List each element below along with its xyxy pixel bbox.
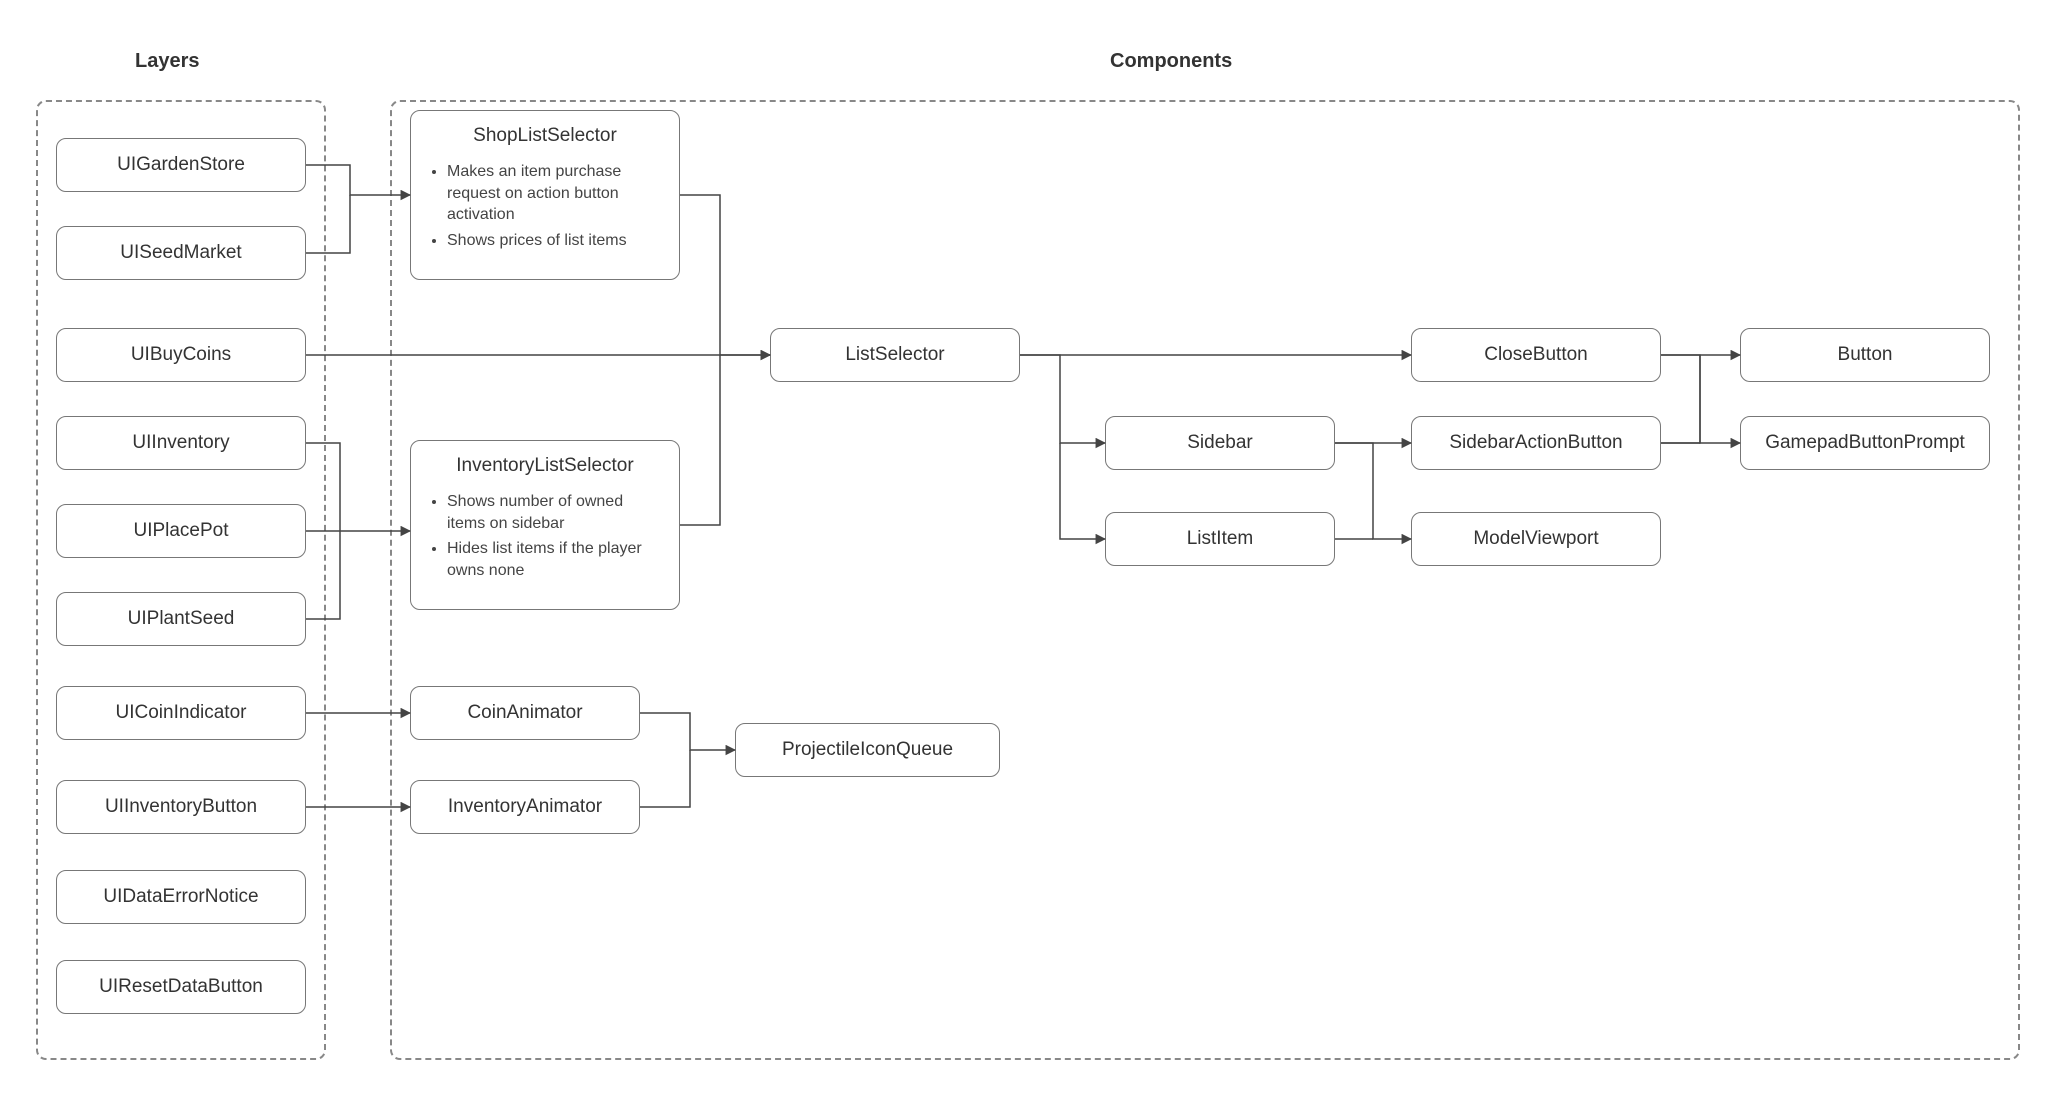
- node-shoplistselector-bullets: Makes an item purchase request on action…: [429, 161, 661, 255]
- node-inventorylistselector-bullets: Shows number of owned items on sidebar H…: [429, 491, 661, 585]
- node-sidebar: Sidebar: [1105, 416, 1335, 470]
- node-uiresetdatabutton: UIResetDataButton: [56, 960, 306, 1014]
- node-listitem: ListItem: [1105, 512, 1335, 566]
- node-uigardenstore: UIGardenStore: [56, 138, 306, 192]
- node-modelviewport: ModelViewport: [1411, 512, 1661, 566]
- node-gamepadbuttonprompt: GamepadButtonPrompt: [1740, 416, 1990, 470]
- node-uiseedmarket: UISeedMarket: [56, 226, 306, 280]
- node-closebutton: CloseButton: [1411, 328, 1661, 382]
- bullet-item: Shows prices of list items: [447, 230, 661, 252]
- node-uicoinindicator: UICoinIndicator: [56, 686, 306, 740]
- node-shoplistselector-title: ShopListSelector: [429, 125, 661, 147]
- node-uiinventory: UIInventory: [56, 416, 306, 470]
- node-shoplistselector: ShopListSelector Makes an item purchase …: [410, 110, 680, 280]
- bullet-item: Hides list items if the player owns none: [447, 538, 661, 581]
- node-inventorylistselector: InventoryListSelector Shows number of ow…: [410, 440, 680, 610]
- node-uibuycoins: UIBuyCoins: [56, 328, 306, 382]
- node-uiplantseed: UIPlantSeed: [56, 592, 306, 646]
- diagram-canvas: { "groups": { "layers": { "label": "Laye…: [0, 0, 2064, 1108]
- components-group-title: Components: [1110, 50, 1232, 73]
- node-sidebaractionbutton: SidebarActionButton: [1411, 416, 1661, 470]
- bullet-item: Shows number of owned items on sidebar: [447, 491, 661, 534]
- layers-group-title: Layers: [135, 50, 200, 73]
- node-inventorylistselector-title: InventoryListSelector: [429, 455, 661, 477]
- bullet-item: Makes an item purchase request on action…: [447, 161, 661, 226]
- node-uidataerrornotice: UIDataErrorNotice: [56, 870, 306, 924]
- node-button: Button: [1740, 328, 1990, 382]
- node-uiinventorybutton: UIInventoryButton: [56, 780, 306, 834]
- node-listselector: ListSelector: [770, 328, 1020, 382]
- node-uiplacepot: UIPlacePot: [56, 504, 306, 558]
- node-inventoryanimator: InventoryAnimator: [410, 780, 640, 834]
- node-projectileiconqueue: ProjectileIconQueue: [735, 723, 1000, 777]
- node-coinanimator: CoinAnimator: [410, 686, 640, 740]
